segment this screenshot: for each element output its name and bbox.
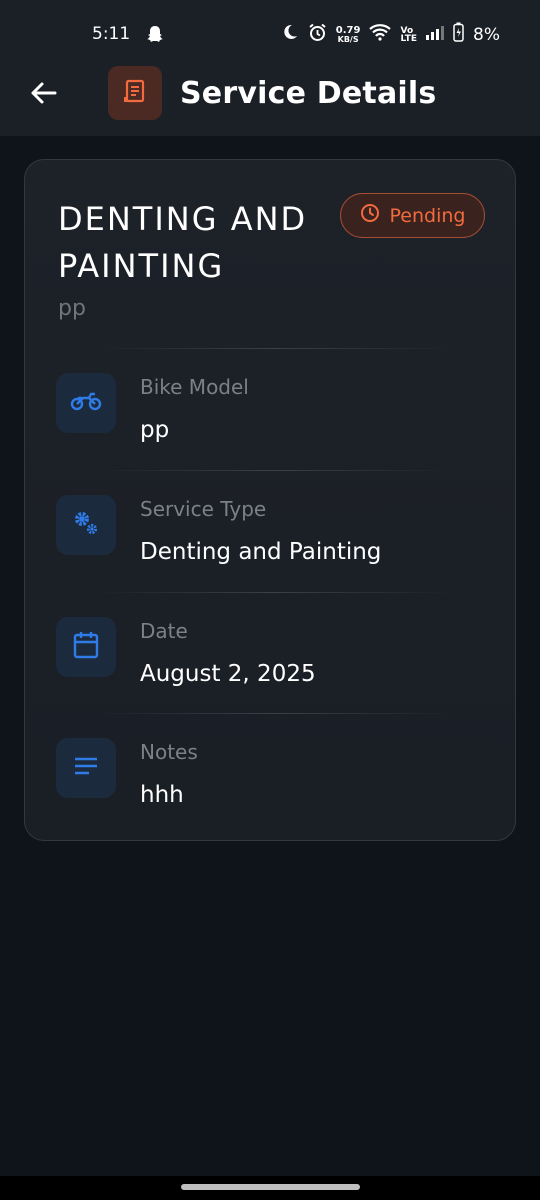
detail-icon-box (56, 373, 116, 433)
service-subtitle: pp (58, 296, 86, 321)
service-details-card: DENTING AND PAINTING Pending pp Bike Mod… (24, 159, 516, 841)
divider (95, 470, 455, 471)
detail-icon-box (56, 617, 116, 677)
navigation-bar (0, 1176, 540, 1200)
motorcycle-icon (70, 390, 102, 417)
divider (95, 348, 455, 349)
detail-label: Service Type (140, 497, 267, 521)
alarm-icon (308, 23, 327, 47)
service-name: DENTING AND PAINTING (58, 200, 308, 285)
app-bar: Service Details (0, 60, 540, 136)
detail-icon-box (56, 738, 116, 798)
gears-icon (72, 509, 100, 542)
clock-icon (360, 203, 380, 228)
detail-value: pp (140, 417, 170, 443)
volte-indicator: Vo LTE (400, 26, 418, 44)
status-time: 5:11 (92, 24, 131, 44)
detail-bike-model: Bike Model pp (56, 373, 496, 443)
service-icon-box (108, 66, 162, 120)
detail-label: Bike Model (140, 375, 249, 399)
detail-value: hhh (140, 782, 184, 808)
detail-value: August 2, 2025 (140, 661, 316, 687)
network-speed: 0.79 KB/S (335, 24, 361, 44)
wifi-icon (369, 23, 392, 46)
detail-value: Denting and Painting (140, 539, 382, 565)
detail-label: Notes (140, 740, 198, 764)
home-gesture-handle[interactable] (181, 1184, 360, 1190)
notes-icon (74, 757, 98, 780)
status-bar: 5:11 0.79 KB/S Vo LTE 8% (0, 0, 540, 60)
detail-icon-box (56, 495, 116, 555)
back-button[interactable] (26, 78, 60, 112)
status-badge: Pending (340, 193, 485, 238)
page-title: Service Details (180, 76, 437, 111)
detail-notes: Notes hhh (56, 738, 496, 808)
battery-icon (453, 22, 464, 47)
volte-bottom: LTE (400, 33, 418, 44)
detail-date: Date August 2, 2025 (56, 617, 496, 687)
signal-icon (426, 25, 445, 45)
detail-label: Date (140, 619, 188, 643)
snapchat-icon (145, 24, 165, 44)
receipt-icon (122, 78, 148, 109)
divider (95, 713, 455, 714)
arrow-left-icon (29, 81, 57, 110)
divider (95, 592, 455, 593)
battery-percentage: 8% (473, 24, 500, 45)
moon-icon (281, 23, 299, 46)
net-speed-unit: KB/S (337, 34, 359, 44)
calendar-icon (73, 631, 99, 664)
detail-service-type: Service Type Denting and Painting (56, 495, 496, 565)
net-speed-value: 0.79 (335, 24, 361, 36)
status-label: Pending (389, 204, 466, 227)
status-icons: 0.79 KB/S Vo LTE 8% (281, 22, 500, 47)
